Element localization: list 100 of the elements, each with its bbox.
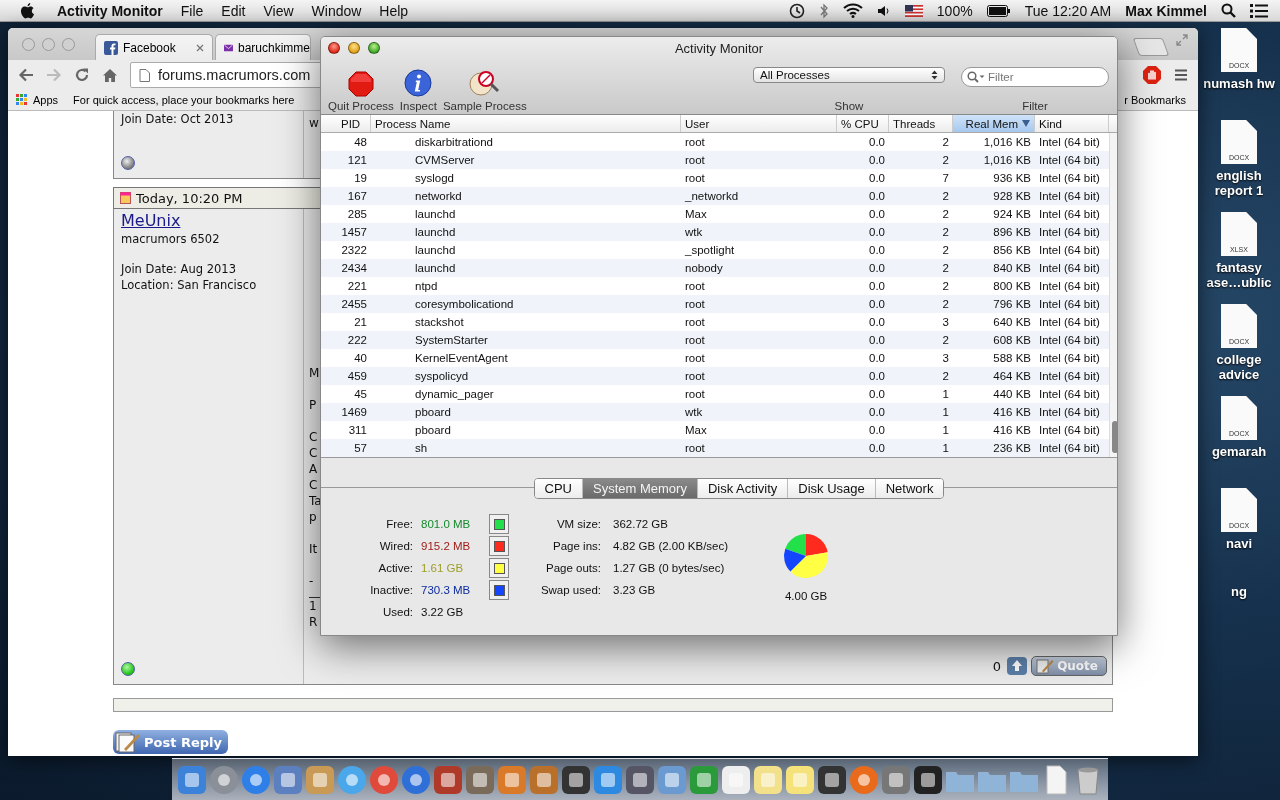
menu-item[interactable]: File [180, 2, 204, 19]
speaker-icon[interactable] [876, 3, 891, 18]
file-name[interactable]: gemarah [1199, 444, 1279, 459]
table-cell-text: pboard [414, 406, 452, 418]
browser-tab[interactable]: Facebook [95, 34, 213, 60]
apps-grid-icon[interactable] [16, 94, 28, 106]
close-button[interactable] [328, 42, 340, 54]
bluetooth-icon[interactable] [818, 2, 829, 19]
apple-icon[interactable] [20, 2, 35, 19]
close-icon[interactable] [196, 43, 204, 52]
file-name[interactable]: ng [1199, 584, 1279, 599]
color-swatch[interactable] [489, 558, 509, 578]
app-icon[interactable] [304, 764, 336, 796]
table-cell-text: wtk [684, 226, 704, 238]
app-icon[interactable] [208, 764, 240, 796]
app-icon[interactable] [336, 764, 368, 796]
column-header[interactable]: % CPU [837, 115, 889, 132]
show-dropdown[interactable]: All Processes [753, 67, 945, 83]
stat-label: Free: [385, 517, 413, 532]
app-icon[interactable] [624, 764, 656, 796]
file-name[interactable]: fantasy ase…ublic [1199, 260, 1279, 290]
menu-icon[interactable] [1174, 69, 1188, 81]
stat-value: 4.82 GB (2.00 KB/sec) [613, 539, 729, 554]
app-icon[interactable] [176, 764, 208, 796]
scrollbar[interactable] [1109, 133, 1117, 457]
back-arrow-icon[interactable] [18, 68, 34, 82]
app-menu[interactable]: Activity Monitor [57, 2, 163, 19]
toolbar-button[interactable]: Inspect [398, 63, 438, 112]
app-icon[interactable] [816, 764, 848, 796]
table-cell-text: root [684, 334, 706, 346]
color-swatch[interactable] [489, 580, 509, 600]
bookmarks-folder[interactable]: r Bookmarks [1124, 94, 1186, 106]
search-icon[interactable] [1221, 3, 1236, 18]
flag-icon[interactable] [904, 4, 923, 17]
menu-item[interactable]: Window [311, 2, 362, 19]
app-icon[interactable] [400, 764, 432, 796]
file-name[interactable]: numash hw [1199, 76, 1279, 91]
color-swatch[interactable] [489, 536, 509, 556]
app-icon[interactable] [656, 764, 688, 796]
list-icon[interactable] [1250, 3, 1268, 18]
app-icon[interactable] [912, 764, 944, 796]
app-icon[interactable] [240, 764, 272, 796]
minimize-button[interactable] [348, 42, 360, 54]
app-icon[interactable] [560, 764, 592, 796]
column-header[interactable]: Real Mem [953, 115, 1035, 132]
table-cell-text: Intel (64 bit) [1038, 208, 1101, 220]
tab[interactable]: System Memory [582, 479, 697, 498]
home-icon[interactable] [102, 67, 118, 83]
browser-tab[interactable]: baruchkimme [215, 34, 311, 60]
app-icon[interactable] [752, 764, 784, 796]
table-cell-text: sh [414, 442, 429, 454]
zoom-button[interactable] [368, 42, 380, 54]
stat-label: VM size: [555, 517, 601, 532]
color-swatch[interactable] [489, 514, 509, 534]
post-text: p [309, 509, 317, 525]
menu-clock[interactable]: Tue 12:20 AM [1024, 2, 1112, 19]
column-header[interactable]: PID [321, 115, 371, 132]
battery-percent: 100% [936, 2, 973, 19]
file-name[interactable]: college advice [1199, 352, 1279, 382]
user-name[interactable]: Max Kimmel [1125, 2, 1207, 19]
post-reply-button[interactable]: Post Reply [113, 730, 228, 754]
table-cell-text: 3 [941, 316, 950, 328]
stop-hand-icon[interactable] [1142, 65, 1162, 85]
new-tab-button[interactable] [1132, 38, 1170, 56]
table-cell-text: 1,016 KB [982, 154, 1032, 166]
tab[interactable]: CPU [534, 479, 582, 498]
filter-field[interactable]: Filter [961, 67, 1109, 87]
wifi-icon[interactable] [842, 3, 863, 18]
column-header[interactable]: User [681, 115, 837, 132]
table-cell-text: 0.0 [868, 190, 886, 202]
menu-item[interactable]: Edit [221, 2, 246, 19]
menu-item[interactable]: Help [379, 2, 409, 19]
username-link[interactable]: MeUnix [121, 211, 181, 231]
facebook-icon [104, 40, 118, 55]
reload-icon[interactable] [74, 67, 90, 83]
file-name[interactable]: navi [1199, 536, 1279, 551]
column-header[interactable]: Process Name [371, 115, 681, 132]
table-cell-text: 800 KB [992, 280, 1032, 292]
toolbar-button[interactable]: Sample Process [441, 63, 528, 112]
expand-icon[interactable] [1176, 34, 1188, 46]
app-icon[interactable] [368, 764, 400, 796]
app-icon[interactable] [848, 764, 880, 796]
app-icon[interactable] [496, 764, 528, 796]
table-cell-text: Intel (64 bit) [1038, 280, 1101, 292]
battery-icon[interactable] [986, 4, 1011, 17]
tab[interactable]: Disk Activity [696, 479, 788, 498]
column-header[interactable]: Kind [1035, 115, 1109, 132]
table-cell-text: 2 [941, 190, 950, 202]
tab[interactable]: Disk Usage [787, 479, 875, 498]
app-icon[interactable] [272, 764, 304, 796]
table-cell-text: Intel (64 bit) [1038, 262, 1101, 274]
toolbar-button[interactable]: Quit Process [327, 63, 395, 112]
app-icon[interactable] [720, 764, 752, 796]
menu-item[interactable]: View [263, 2, 294, 19]
table-cell-text: 2 [941, 244, 950, 256]
file-name[interactable]: english report 1 [1199, 168, 1279, 198]
app-icon[interactable] [784, 764, 816, 796]
bookmark-link[interactable]: Apps [33, 94, 59, 106]
table-cell-text: 856 KB [992, 244, 1032, 256]
tab[interactable]: Network [874, 479, 944, 498]
